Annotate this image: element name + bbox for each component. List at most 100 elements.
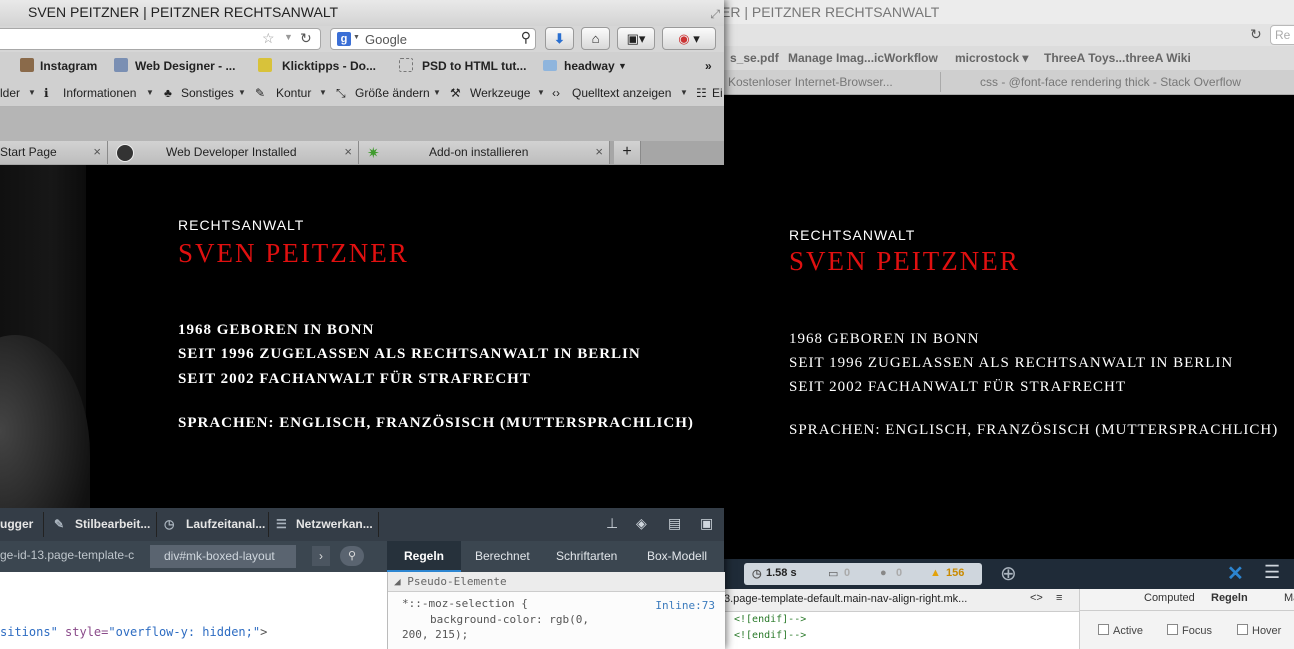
markup-line[interactable]: sitions" style="overflow-y: hidden;">: [0, 625, 267, 639]
addon-button[interactable]: ◉ ▾: [662, 27, 716, 50]
tab-stackoverflow[interactable]: css - @font-face rendering thick - Stack…: [980, 75, 1241, 89]
chevron-down-icon: ▼: [537, 88, 545, 97]
bookmark-folder[interactable]: microstock ▾: [955, 51, 1028, 65]
bookmark-item[interactable]: Instagram: [40, 59, 97, 73]
tools-icon[interactable]: ✕: [1227, 561, 1244, 586]
bookmarks-toolbar: Instagram Web Designer - ... Klicktipps …: [0, 52, 724, 80]
tab-style-editor[interactable]: Stilbearbeit...: [75, 517, 150, 531]
breadcrumb-item[interactable]: 3.page-template-default.main-nav-align-r…: [724, 593, 967, 605]
dock-icon[interactable]: ☰: [1264, 562, 1280, 583]
chevron-right-icon[interactable]: ›: [312, 546, 330, 566]
tool-menu[interactable]: Werkzeuge: [470, 86, 530, 100]
load-time: 1.58 s: [766, 567, 797, 579]
history-dropdown-icon[interactable]: ▼: [284, 32, 293, 42]
clock-icon: ◷: [752, 568, 762, 580]
klicktipps-icon: [258, 58, 272, 72]
divider: [156, 512, 157, 537]
search-input[interactable]: Re: [1270, 25, 1294, 45]
bio-line: SEIT 2002 FACHANWALT FÜR STRAFRECHT: [789, 379, 1126, 395]
inspector-sidebar-tabs: Regeln Berechnet Schriftarten Box-Modell: [387, 541, 724, 572]
search-icon[interactable]: ⚲: [340, 546, 364, 566]
state-checkbox-focus[interactable]: Focus: [1167, 624, 1212, 637]
3d-view-icon[interactable]: ◈: [636, 515, 647, 532]
chevron-down-icon: ▼: [618, 61, 627, 71]
close-icon[interactable]: ×: [93, 141, 101, 163]
new-tab-button[interactable]: +: [614, 141, 641, 164]
tool-menu[interactable]: Kontur: [276, 86, 311, 100]
bookmark-star-icon[interactable]: ☆: [262, 30, 275, 47]
downloads-button[interactable]: ⬇: [545, 27, 574, 50]
rule-source-link[interactable]: Inline:73: [655, 599, 715, 612]
state-checkbox-active[interactable]: Active: [1098, 624, 1143, 637]
bookmark-item[interactable]: Web Designer - ...: [135, 59, 235, 73]
tab-profiler[interactable]: Laufzeitanal...: [186, 517, 265, 531]
bio-line: 1968 GEBOREN IN BONN: [789, 331, 980, 347]
tab-network[interactable]: Netzwerkan...: [296, 517, 373, 531]
navigation-bar: ☆ ▼ ↻ g ▼ Google ⚲ ⬇ ⌂ ▣▾ ◉ ▾: [0, 26, 724, 52]
breadcrumb-item[interactable]: ge-id-13.page-template-c: [0, 548, 134, 562]
rule-declaration[interactable]: 200, 215);: [402, 628, 468, 641]
tab-computed[interactable]: Berechnet: [475, 549, 530, 563]
tool-menu[interactable]: Quelltext anzeigen: [572, 86, 671, 100]
reload-icon[interactable]: ↻: [1250, 26, 1262, 43]
bookmark-item[interactable]: ThreeA Toys...threeA Wiki: [1044, 51, 1191, 65]
tab-computed[interactable]: Computed: [1144, 592, 1195, 604]
tab-start-page[interactable]: Start Page ×: [0, 141, 108, 164]
dock-icon[interactable]: ⊥: [606, 515, 618, 532]
chevron-down-icon: ▾: [693, 31, 700, 46]
tool-menu[interactable]: lder: [0, 86, 20, 100]
tab-addon-install[interactable]: ✷ Add-on installieren ×: [359, 141, 610, 164]
tab-debugger[interactable]: ugger: [0, 517, 33, 531]
tool-menu[interactable]: Informationen: [63, 86, 136, 100]
extension-button[interactable]: ▣▾: [617, 27, 655, 50]
address-bar[interactable]: ☆ ▼ ↻: [0, 28, 321, 50]
search-input[interactable]: g ▼ Google ⚲: [330, 28, 536, 50]
instagram-icon: [20, 58, 34, 72]
tool-menu[interactable]: Sonstiges: [181, 86, 234, 100]
scratchpad-icon[interactable]: ▤: [668, 515, 681, 532]
tab-browser[interactable]: Kostenloser Internet-Browser...: [728, 75, 893, 89]
tab-rules[interactable]: Regeln: [404, 549, 444, 563]
reload-icon[interactable]: ↻: [300, 30, 312, 47]
responsive-icon[interactable]: ▣: [700, 515, 713, 532]
overflow-chevron-icon[interactable]: »: [705, 59, 712, 73]
tab-web-developer[interactable]: Web Developer Installed ×: [108, 141, 359, 164]
rule-declaration[interactable]: background-color: rgb(0,: [430, 613, 589, 626]
toolbar-spacer: [0, 107, 724, 141]
state-checkbox-hover[interactable]: Hover: [1237, 624, 1281, 637]
tool-menu[interactable]: Ei: [712, 86, 723, 100]
tool-menu[interactable]: Größe ändern: [355, 86, 430, 100]
breadcrumb-current[interactable]: div#mk-boxed-layout: [150, 545, 296, 568]
layers-icon[interactable]: ≡: [1056, 592, 1062, 604]
rules-section-header[interactable]: ◢ Pseudo-Elemente: [388, 572, 725, 592]
bookmark-folder[interactable]: headway: [564, 59, 615, 73]
tab-box-model[interactable]: Box-Modell: [647, 549, 707, 563]
bookmark-item[interactable]: Klicktipps - Do...: [282, 59, 376, 73]
wrench-icon: ⚒: [450, 86, 461, 100]
home-icon: ⌂: [591, 31, 600, 46]
home-button[interactable]: ⌂: [581, 27, 610, 50]
bio-line: 1968 GEBOREN IN BONN: [178, 322, 375, 338]
page-subtitle: RECHTSANWALT: [789, 227, 916, 243]
error-icon: ●: [880, 567, 887, 579]
close-icon[interactable]: ×: [344, 141, 352, 163]
bookmark-item[interactable]: s_se.pdf: [730, 51, 779, 65]
error-count: 0: [896, 567, 903, 579]
bookmark-item[interactable]: PSD to HTML tut...: [422, 59, 526, 73]
search-icon[interactable]: ⚲: [521, 29, 531, 46]
code-toggle-icon[interactable]: <>: [1030, 592, 1043, 604]
inspect-crosshair-icon[interactable]: ⊕: [1000, 561, 1017, 586]
fullscreen-icon[interactable]: ⤢: [710, 2, 720, 26]
rule-selector[interactable]: *::-moz-selection {: [402, 597, 528, 610]
bookmark-item[interactable]: Manage Imag...icWorkflow: [788, 51, 938, 65]
breadcrumb: 3.page-template-default.main-nav-align-r…: [724, 589, 1079, 612]
tab-rules[interactable]: Regeln: [1211, 592, 1248, 604]
google-icon[interactable]: g: [337, 32, 351, 46]
attr-fragment: sitions": [0, 625, 58, 639]
close-icon[interactable]: ×: [595, 141, 603, 163]
tab-more[interactable]: Ma: [1284, 592, 1294, 604]
checkbox-label: Focus: [1182, 625, 1212, 637]
warning-count: 156: [946, 567, 965, 579]
tab-strip: Kostenloser Internet-Browser... css - @f…: [724, 70, 1294, 95]
tab-fonts[interactable]: Schriftarten: [556, 549, 617, 563]
